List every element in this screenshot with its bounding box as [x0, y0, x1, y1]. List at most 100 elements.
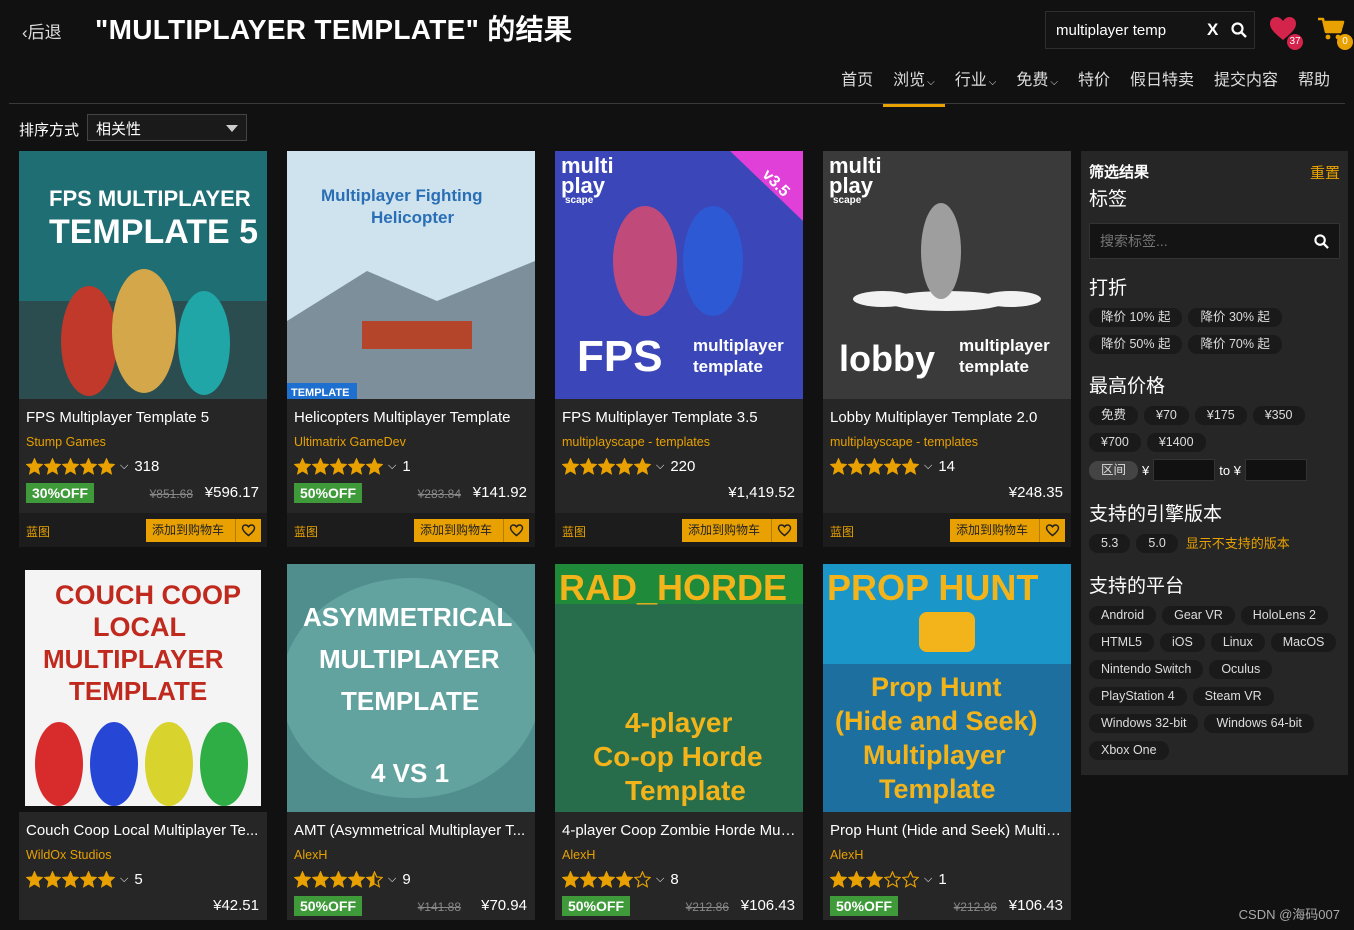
tag-search-input[interactable]: [1100, 233, 1300, 249]
wishlist-heart-button[interactable]: [772, 519, 796, 542]
product-title[interactable]: 4-player Coop Zombie Horde Mul...: [555, 812, 803, 843]
wishlist-heart-button[interactable]: [1040, 519, 1064, 542]
chevron-down-icon[interactable]: ⌵: [120, 460, 128, 473]
chevron-down-icon[interactable]: ⌵: [924, 460, 932, 473]
nav-item-7[interactable]: 帮助: [1288, 62, 1340, 106]
product-card[interactable]: RAD_HORDE 4-player Co-op Horde Template 4-p…: [555, 564, 803, 920]
range-min-input[interactable]: [1153, 459, 1216, 481]
tag-search-box[interactable]: [1089, 223, 1340, 259]
blueprint-tag[interactable]: 蓝图: [294, 523, 318, 540]
product-publisher[interactable]: Stump Games: [19, 430, 267, 452]
product-publisher[interactable]: AlexH: [287, 843, 535, 865]
product-publisher[interactable]: multiplayscape - templates: [555, 430, 803, 452]
add-to-cart-button[interactable]: 添加到购物车: [146, 519, 261, 542]
product-thumbnail[interactable]: multi play scape v3.5 FPS multiplayer templat…: [555, 151, 803, 399]
product-publisher[interactable]: AlexH: [555, 843, 803, 865]
clear-search-button[interactable]: X: [1207, 20, 1223, 40]
engine-chip[interactable]: 5.3: [1089, 534, 1131, 553]
add-to-cart-button[interactable]: 添加到购物车: [950, 519, 1065, 542]
product-card[interactable]: COUCH COOP LOCAL MULTIPLAYER TEMPLATE Couch…: [19, 564, 267, 920]
product-thumbnail[interactable]: FPS MULTIPLAYER TEMPLATE 5: [19, 151, 267, 399]
chevron-down-icon[interactable]: ⌵: [924, 873, 932, 886]
platform-chip[interactable]: Steam VR: [1192, 687, 1274, 706]
price-chip[interactable]: 免费: [1089, 406, 1139, 425]
product-publisher[interactable]: multiplayscape - templates: [823, 430, 1071, 452]
product-card[interactable]: FPS MULTIPLAYER TEMPLATE 5 FPS Multiplaye…: [19, 151, 267, 547]
product-thumbnail[interactable]: RAD_HORDE 4-player Co-op Horde Template: [555, 564, 803, 812]
discount-chip[interactable]: 降价 30% 起: [1188, 308, 1282, 327]
nav-item-4[interactable]: 特价: [1068, 62, 1120, 106]
product-publisher[interactable]: AlexH: [823, 843, 1071, 865]
wishlist-button[interactable]: 37: [1269, 16, 1303, 50]
product-thumbnail[interactable]: COUCH COOP LOCAL MULTIPLAYER TEMPLATE: [19, 564, 267, 812]
product-title[interactable]: Lobby Multiplayer Template 2.0: [823, 399, 1071, 430]
platform-chip[interactable]: Xbox One: [1089, 741, 1169, 760]
product-card[interactable]: ASYMMETRICAL MULTIPLAYER TEMPLATE 4 VS 1 AM…: [287, 564, 535, 920]
platform-chip[interactable]: Windows 32-bit: [1089, 714, 1199, 733]
discount-chip[interactable]: 降价 10% 起: [1089, 308, 1183, 327]
product-thumbnail[interactable]: PROP HUNT Prop Hunt (Hide and Seek) Multipl…: [823, 564, 1071, 812]
wishlist-heart-button[interactable]: [236, 519, 260, 542]
blueprint-tag[interactable]: 蓝图: [562, 523, 586, 540]
range-max-input[interactable]: [1244, 459, 1307, 481]
sort-select[interactable]: 相关性: [87, 114, 247, 141]
platform-chip[interactable]: MacOS: [1270, 633, 1337, 652]
chevron-down-icon[interactable]: ⌵: [388, 873, 396, 886]
product-publisher[interactable]: Ultimatrix GameDev: [287, 430, 535, 452]
product-card[interactable]: multi play scape lobby multiplayer template …: [823, 151, 1071, 547]
cart-button[interactable]: 0: [1317, 16, 1353, 50]
product-title[interactable]: Helicopters Multiplayer Template: [287, 399, 535, 430]
price-chip[interactable]: ¥700: [1089, 433, 1141, 452]
chevron-down-icon[interactable]: ⌵: [656, 873, 664, 886]
chevron-down-icon[interactable]: ⌵: [388, 460, 396, 473]
add-to-cart-button[interactable]: 添加到购物车: [414, 519, 529, 542]
product-title[interactable]: Prop Hunt (Hide and Seek) Multip...: [823, 812, 1071, 843]
nav-item-1[interactable]: 浏览 ⌵: [883, 62, 945, 107]
wishlist-heart-button[interactable]: [504, 519, 528, 542]
price-chip[interactable]: ¥1400: [1146, 433, 1206, 452]
product-card[interactable]: PROP HUNT Prop Hunt (Hide and Seek) Multipl…: [823, 564, 1071, 920]
product-title[interactable]: FPS Multiplayer Template 5: [19, 399, 267, 430]
back-link[interactable]: ‹后退: [22, 18, 62, 43]
chevron-down-icon[interactable]: ⌵: [656, 460, 664, 473]
show-unsupported-versions-link[interactable]: 显示不支持的版本: [1184, 534, 1292, 553]
price-chip[interactable]: ¥350: [1252, 406, 1305, 425]
platform-chip[interactable]: Gear VR: [1162, 606, 1235, 625]
product-title[interactable]: AMT (Asymmetrical Multiplayer T...: [287, 812, 535, 843]
product-title[interactable]: Couch Coop Local Multiplayer Te...: [19, 812, 267, 843]
platform-chip[interactable]: Nintendo Switch: [1089, 660, 1204, 679]
blueprint-tag[interactable]: 蓝图: [830, 523, 854, 540]
platform-chip[interactable]: iOS: [1159, 633, 1205, 652]
product-card[interactable]: Multiplayer Fighting Helicopter TEMPLATE …: [287, 151, 535, 547]
search-input[interactable]: [1056, 21, 1201, 39]
engine-chip[interactable]: 5.0: [1136, 534, 1178, 553]
product-thumbnail[interactable]: ASYMMETRICAL MULTIPLAYER TEMPLATE 4 VS 1: [287, 564, 535, 812]
platform-chip[interactable]: HTML5: [1089, 633, 1154, 652]
range-chip[interactable]: 区间: [1089, 460, 1139, 480]
discount-chip[interactable]: 降价 70% 起: [1188, 335, 1282, 354]
price-chip[interactable]: ¥70: [1144, 406, 1189, 425]
search-icon[interactable]: [1314, 234, 1329, 249]
product-title[interactable]: FPS Multiplayer Template 3.5: [555, 399, 803, 430]
nav-item-2[interactable]: 行业 ⌵: [945, 62, 1007, 106]
product-card[interactable]: multi play scape v3.5 FPS multiplayer templat…: [555, 151, 803, 547]
product-thumbnail[interactable]: multi play scape lobby multiplayer template: [823, 151, 1071, 399]
platform-chip[interactable]: Linux: [1210, 633, 1265, 652]
reset-filters-link[interactable]: 重置: [1310, 162, 1340, 183]
search-box[interactable]: X: [1045, 11, 1255, 49]
platform-chip[interactable]: Oculus: [1209, 660, 1273, 679]
add-to-cart-button[interactable]: 添加到购物车: [682, 519, 797, 542]
platform-chip[interactable]: PlayStation 4: [1089, 687, 1187, 706]
product-thumbnail[interactable]: Multiplayer Fighting Helicopter TEMPLATE: [287, 151, 535, 399]
price-chip[interactable]: ¥175: [1194, 406, 1247, 425]
chevron-down-icon[interactable]: ⌵: [120, 873, 128, 886]
search-icon[interactable]: [1231, 22, 1247, 38]
product-publisher[interactable]: WildOx Studios: [19, 843, 267, 865]
nav-item-5[interactable]: 假日特卖: [1120, 62, 1204, 106]
nav-item-6[interactable]: 提交内容: [1204, 62, 1288, 106]
discount-chip[interactable]: 降价 50% 起: [1089, 335, 1183, 354]
nav-item-3[interactable]: 免费 ⌵: [1006, 62, 1068, 106]
blueprint-tag[interactable]: 蓝图: [26, 523, 50, 540]
platform-chip[interactable]: HoloLens 2: [1240, 606, 1328, 625]
nav-item-0[interactable]: 首页: [831, 62, 883, 106]
